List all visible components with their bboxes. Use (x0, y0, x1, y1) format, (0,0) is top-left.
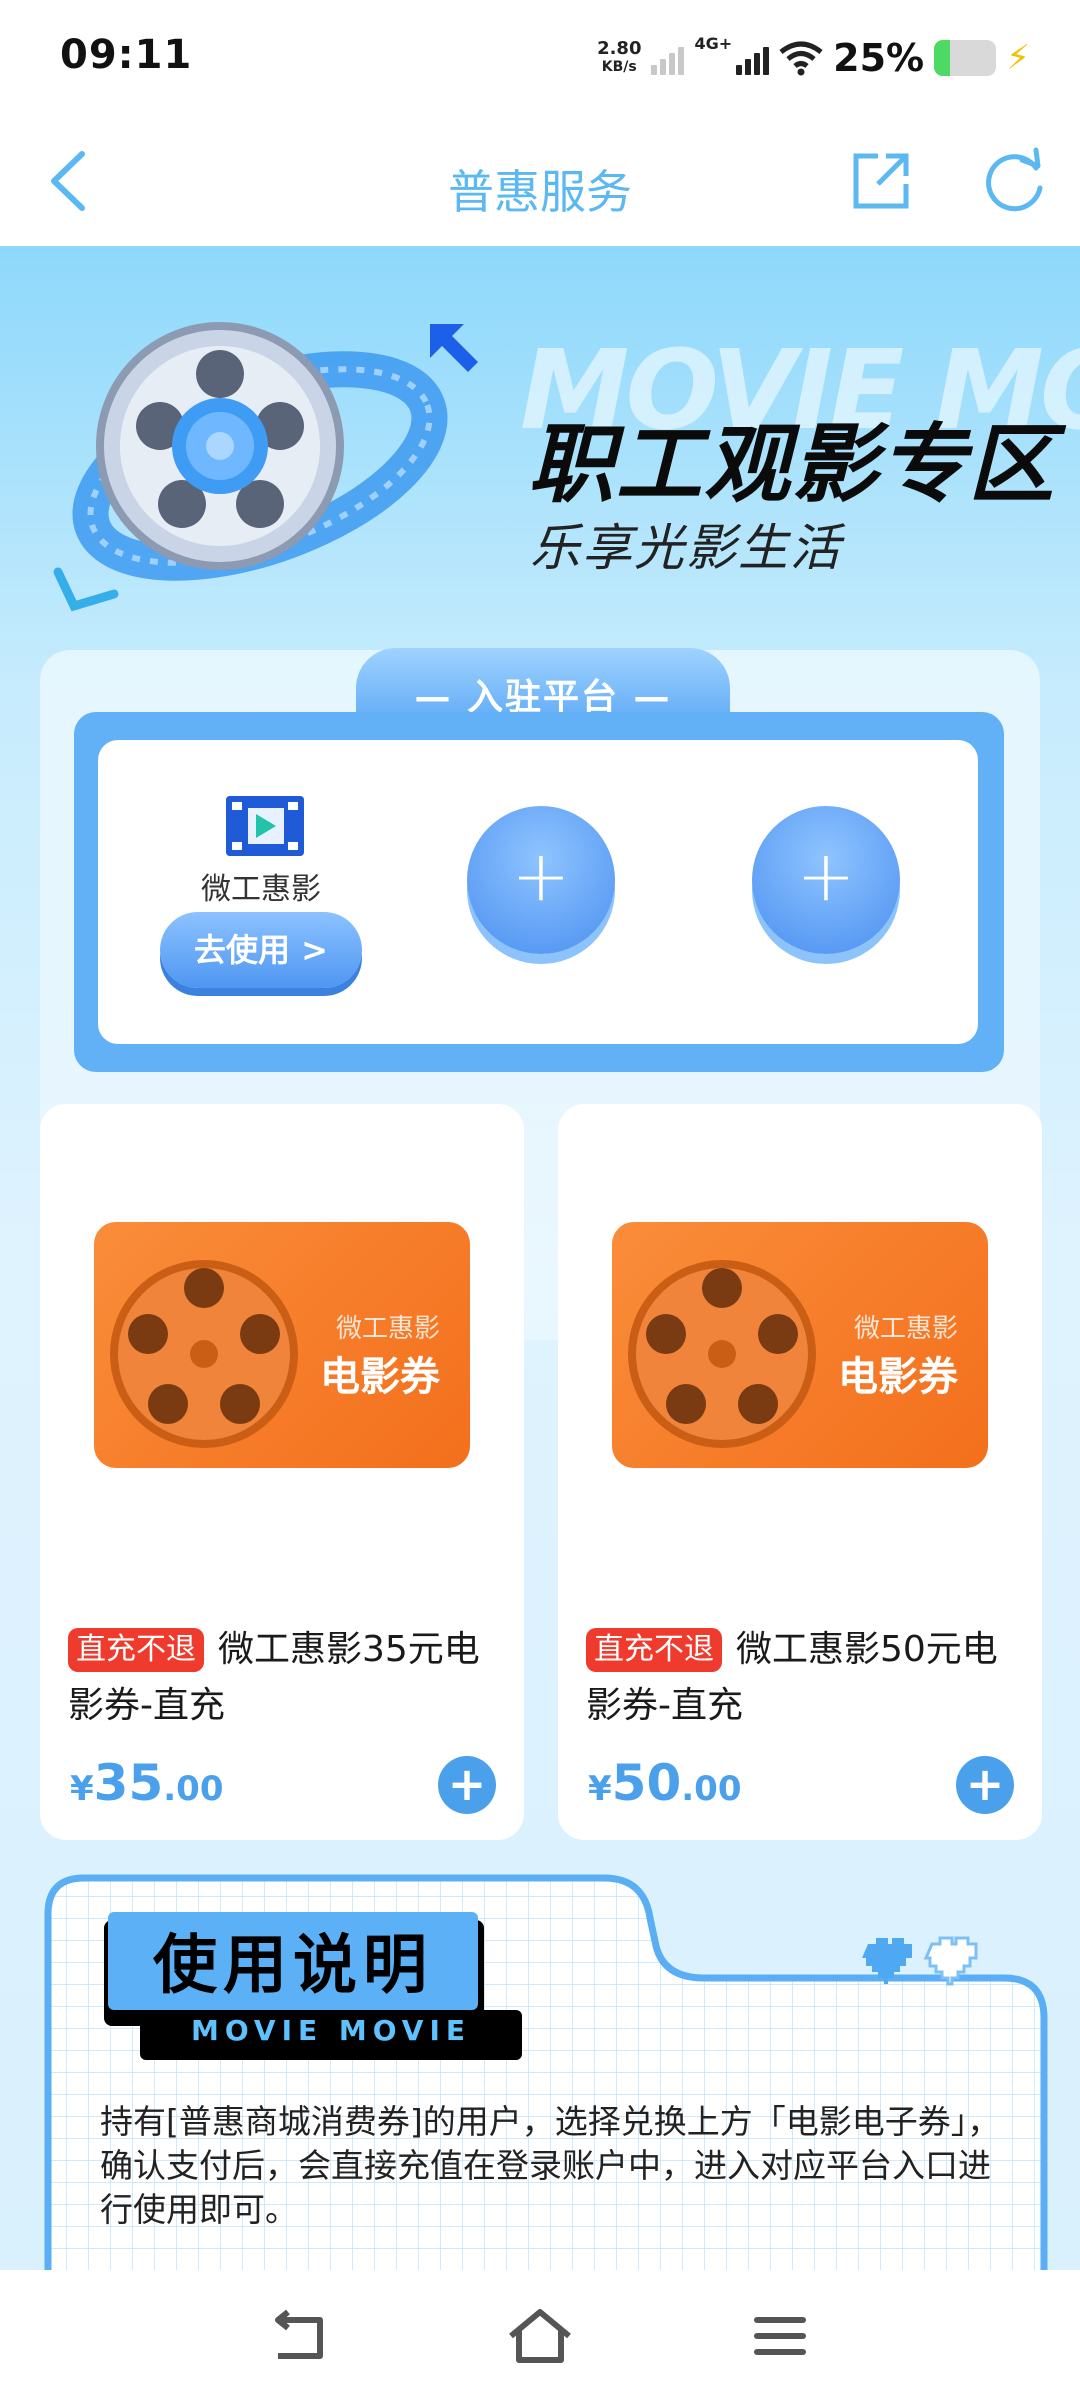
menu-icon[interactable] (745, 2306, 815, 2366)
product-card-50[interactable]: 微工惠影 电影券 直充不退 微工惠影50元电影券-直充 ¥50.00 + (558, 1104, 1042, 1840)
usage-subtitle: MOVIE MOVIE (190, 2014, 471, 2047)
use-platform-button[interactable]: 去使用 > (160, 912, 362, 988)
product-image: 微工惠影 电影券 (612, 1222, 988, 1468)
home-icon[interactable] (505, 2306, 575, 2366)
price-currency: ¥ (70, 1769, 94, 1809)
page-title: 普惠服务 (448, 165, 632, 219)
status-time: 09:11 (60, 32, 193, 78)
network-speed-value: 2.80 (597, 38, 642, 59)
film-reel-illustration (72, 322, 448, 581)
product-name: 直充不退 微工惠影50元电影券-直充 (586, 1622, 1026, 1734)
price-integer: 50 (611, 1754, 682, 1812)
hero-title: 职工观影专区 (528, 415, 1056, 515)
system-nav-bar (0, 2270, 1080, 2400)
nav-back-icon[interactable] (266, 2306, 336, 2366)
product-image-brand: 微工惠影 (335, 1314, 440, 1344)
add-platform-button-2[interactable]: + (752, 806, 900, 954)
usage-title: 使用说明 (153, 1928, 433, 2003)
weigonghuiying-logo-icon (226, 796, 304, 856)
price-decimal: .00 (681, 1769, 742, 1809)
product-image-label: 电影券 (320, 1354, 440, 1400)
product-image-label: 电影券 (838, 1354, 958, 1400)
wifi-icon (779, 41, 823, 76)
status-bar: 09:11 2.80 KB/s 4G+ 25% ⚡ (0, 0, 1080, 118)
add-to-cart-button[interactable]: + (956, 1756, 1014, 1814)
share-external-icon[interactable] (848, 148, 914, 214)
orange-film-reel-icon (110, 1260, 298, 1448)
network-type: 4G+ (694, 34, 733, 53)
hero-banner: MOVIE MOVIE 职工观影专区 乐享光影生活 (0, 246, 1080, 646)
status-icons: 2.80 KB/s 4G+ 25% ⚡ (597, 30, 1030, 86)
add-to-cart-button[interactable]: + (438, 1756, 496, 1814)
price-decimal: .00 (163, 1769, 224, 1809)
product-image-brand: 微工惠影 (853, 1314, 958, 1344)
battery-percent: 25% (833, 36, 925, 80)
product-name: 直充不退 微工惠影35元电影券-直充 (68, 1622, 508, 1734)
product-badge: 直充不退 (586, 1628, 722, 1672)
signal-2-icon (736, 41, 770, 75)
product-badge: 直充不退 (68, 1628, 204, 1672)
add-platform-button-1[interactable]: + (467, 806, 615, 954)
product-price: ¥35.00 (70, 1754, 224, 1812)
app-header: 普惠服务 (0, 118, 1080, 246)
platform-name: 微工惠影 (201, 872, 321, 907)
product-card-35[interactable]: 微工惠影 电影券 直充不退 微工惠影35元电影券-直充 ¥35.00 + (40, 1104, 524, 1840)
network-speed-unit: KB/s (601, 59, 637, 75)
platform-item-weigonghuiying: 微工惠影 去使用 > (156, 796, 366, 988)
corner-arrow-icon (430, 324, 478, 372)
network-speed: 2.80 KB/s (597, 40, 641, 76)
price-integer: 35 (93, 1754, 164, 1812)
signal-1-icon (651, 41, 685, 75)
refresh-icon[interactable] (980, 146, 1050, 216)
pixel-hearts-icon (862, 1936, 978, 1986)
corner-chevron-icon (53, 567, 119, 612)
charging-icon: ⚡ (1006, 38, 1030, 78)
orange-film-reel-icon (628, 1260, 816, 1448)
product-price: ¥50.00 (588, 1754, 742, 1812)
product-image: 微工惠影 电影券 (94, 1222, 470, 1468)
battery-icon (934, 40, 997, 76)
usage-description: 持有[普惠商城消费券]的用户，选择兑换上方「电影电子券」，确认支付后，会直接充值… (100, 2102, 1001, 2229)
price-currency: ¥ (588, 1769, 612, 1809)
hero-subtitle: 乐享光影生活 (530, 519, 842, 577)
